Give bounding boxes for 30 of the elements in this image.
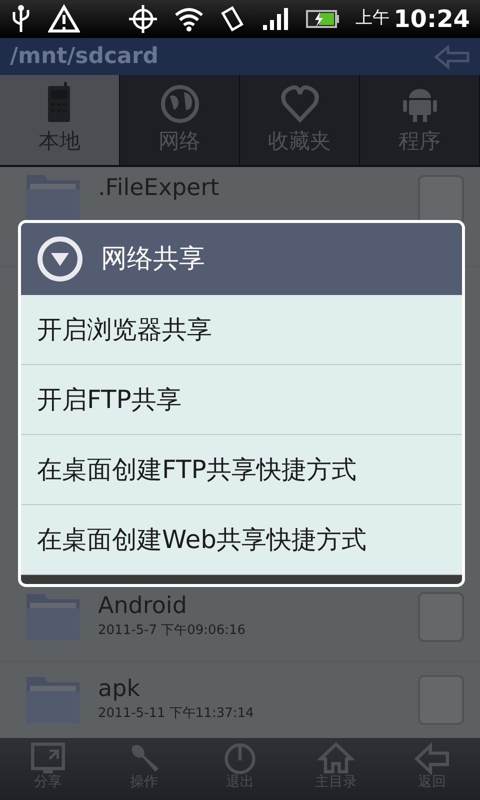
checkbox[interactable] <box>418 175 464 225</box>
home-icon <box>318 741 354 775</box>
file-name: Android <box>98 592 188 621</box>
clock-time: 10:24 <box>394 4 470 35</box>
menu-item[interactable]: 在桌面创建Web共享快捷方式 <box>21 505 462 575</box>
usb-icon <box>10 4 32 34</box>
dialog-title: 网络共享 <box>101 242 205 276</box>
folder-icon <box>24 594 82 640</box>
back-arrow-icon[interactable] <box>434 44 470 68</box>
am-pm-label: 上午 <box>356 7 390 30</box>
folder-icon <box>24 175 82 221</box>
folder-icon <box>24 677 82 723</box>
wifi-icon <box>174 6 204 32</box>
dropdown-icon <box>37 236 83 282</box>
menu-item[interactable]: 开启FTP共享 <box>21 365 462 435</box>
menu-item[interactable]: 在桌面创建FTP共享快捷方式 <box>21 435 462 505</box>
file-date: 2011-5-11 下午11:37:14 <box>98 705 255 724</box>
back-arrow-icon <box>414 741 450 775</box>
gps-icon <box>128 4 158 34</box>
warning-icon <box>48 4 80 34</box>
file-name: apk <box>98 676 142 704</box>
path-label: /mnt/sdcard <box>10 43 158 71</box>
battery-icon <box>306 9 340 29</box>
file-name: .FileExpert <box>98 175 220 203</box>
file-date: 2011-5-7 下午09:06:16 <box>98 622 247 640</box>
menu-item[interactable]: 开启浏览器共享 <box>21 295 462 365</box>
monitor-icon <box>30 741 66 775</box>
power-icon <box>222 741 258 775</box>
rotate-icon <box>220 5 246 33</box>
signal-icon <box>262 7 290 31</box>
